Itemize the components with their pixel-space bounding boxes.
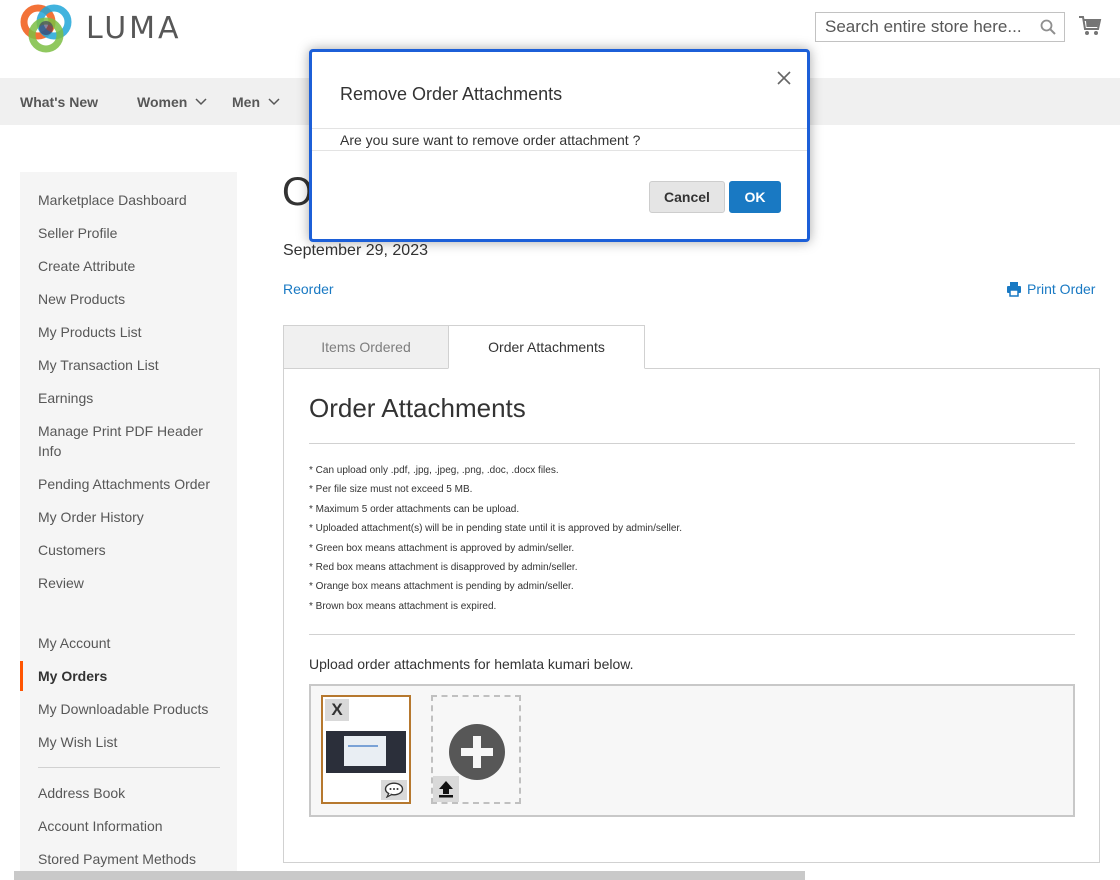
- close-icon[interactable]: [776, 70, 792, 86]
- tab-label: Order Attachments: [488, 339, 605, 355]
- modal-message: Are you sure want to remove order attach…: [340, 132, 641, 148]
- modal-title: Remove Order Attachments: [340, 84, 563, 104]
- ok-button[interactable]: OK: [729, 181, 781, 213]
- cancel-button[interactable]: Cancel: [649, 181, 725, 213]
- modal-divider: [312, 128, 807, 129]
- modal-divider: [312, 150, 807, 151]
- remove-attachment-modal: Remove Order Attachments Are you sure wa…: [309, 49, 810, 242]
- tab-order-attachments[interactable]: Order Attachments: [448, 325, 645, 369]
